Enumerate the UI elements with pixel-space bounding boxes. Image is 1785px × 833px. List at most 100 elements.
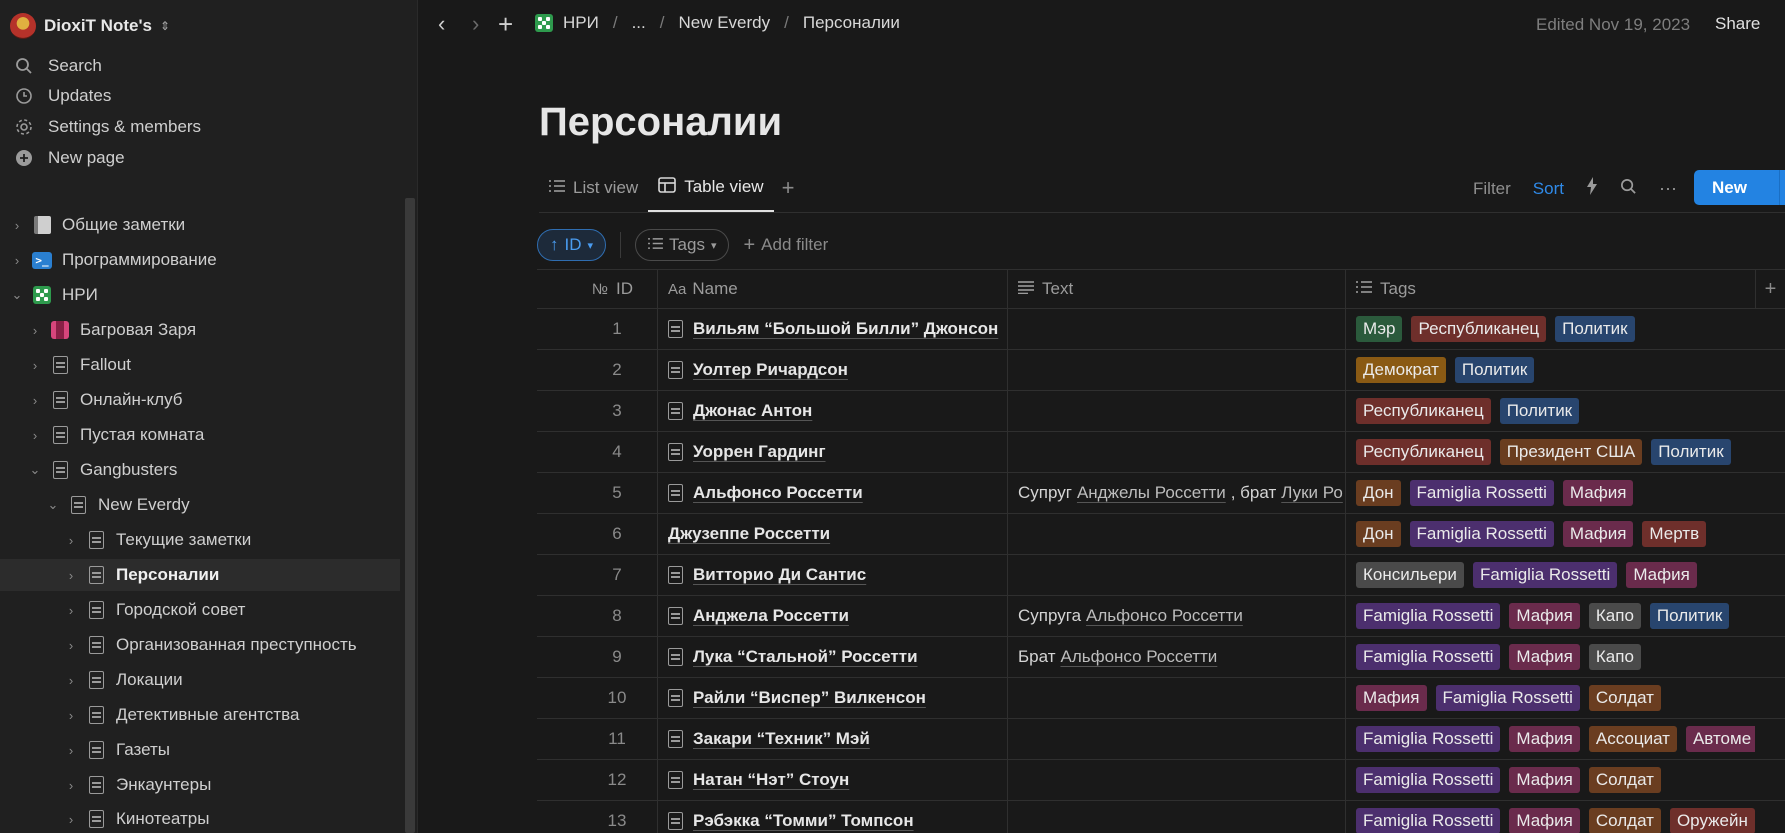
chevron-right-icon[interactable]: ›	[64, 812, 78, 827]
sidebar-item-locations[interactable]: › Локации	[64, 664, 405, 696]
cell-text[interactable]: Супруг Анджелы Россетти, брат Луки Ро	[1007, 473, 1345, 513]
chevron-down-icon[interactable]: ⌄	[46, 497, 60, 513]
chevron-right-icon[interactable]: ›	[28, 428, 42, 443]
cell-text[interactable]: Брат Альфонсо Россетти	[1007, 637, 1345, 677]
cell-text[interactable]	[1007, 760, 1345, 800]
chevron-right-icon[interactable]: ›	[64, 533, 78, 548]
share-button[interactable]: Share	[1715, 14, 1760, 34]
cell-text[interactable]	[1007, 391, 1345, 431]
cell-name[interactable]: Уоррен Гардинг	[657, 432, 1007, 472]
cell-text[interactable]	[1007, 309, 1345, 349]
cell-tags[interactable]: Дон Famiglia Rossetti Мафия Мертв	[1345, 514, 1755, 554]
sidebar-item-encounters[interactable]: › Энкаунтеры	[64, 769, 405, 801]
mention-link[interactable]: Альфонсо Россетти	[1086, 606, 1243, 626]
cell-name[interactable]: Закари “Техник” Мэй	[657, 719, 1007, 759]
cell-name[interactable]: Лука “Стальной” Россетти	[657, 637, 1007, 677]
cell-text[interactable]	[1007, 801, 1345, 833]
sidebar-item-fallout[interactable]: › Fallout	[28, 349, 405, 381]
cell-name[interactable]: Джузеппе Россетти	[657, 514, 1007, 554]
cell-name[interactable]: Вильям “Большой Билли” Джонсон	[657, 309, 1007, 349]
sidebar-item-crimson-dawn[interactable]: › Багровая Заря	[28, 314, 405, 346]
cell-text[interactable]	[1007, 678, 1345, 718]
row-title-link[interactable]: Закари “Техник” Мэй	[693, 729, 870, 749]
search-icon[interactable]	[1620, 178, 1637, 200]
cell-name[interactable]: Райли “Виспер” Вилкенсон	[657, 678, 1007, 718]
chevron-right-icon[interactable]: ›	[64, 568, 78, 583]
chevron-right-icon[interactable]: ›	[10, 253, 24, 268]
cell-tags[interactable]: Famiglia Rossetti Мафия Капо Политик	[1345, 596, 1755, 636]
chevron-right-icon[interactable]: ›	[64, 708, 78, 723]
table-row[interactable]: 9 Лука “Стальной” Россетти Брат Альфонсо Ро…	[537, 637, 1785, 678]
breadcrumb-item[interactable]: ...	[632, 13, 646, 33]
sidebar-item-personalii[interactable]: › Персоналии	[0, 559, 400, 591]
chevron-down-icon[interactable]: ⌄	[28, 462, 42, 478]
column-header-text[interactable]: Text	[1007, 270, 1345, 308]
plus-icon[interactable]: +	[498, 9, 513, 40]
new-button[interactable]: New ▾	[1694, 170, 1785, 205]
chevron-right-icon[interactable]: ›	[28, 393, 42, 408]
chevron-right-icon[interactable]: ›	[64, 603, 78, 618]
cell-tags[interactable]: Мэр Республиканец Политик	[1345, 309, 1755, 349]
tab-table-view[interactable]: Table view	[648, 176, 774, 212]
cell-tags[interactable]: Мафия Famiglia Rossetti Солдат	[1345, 678, 1755, 718]
table-row[interactable]: 13 Рэбэкка “Томми” Томпсон Famiglia Rosset…	[537, 801, 1785, 833]
cell-tags[interactable]: Республиканец Политик	[1345, 391, 1755, 431]
cell-name[interactable]: Натан “Нэт” Стоун	[657, 760, 1007, 800]
cell-text[interactable]	[1007, 350, 1345, 390]
chevron-right-icon[interactable]: ›	[28, 358, 42, 373]
row-title-link[interactable]: Райли “Виспер” Вилкенсон	[693, 688, 926, 708]
cell-tags[interactable]: Консильери Famiglia Rossetti Мафия	[1345, 555, 1755, 595]
table-row[interactable]: 2 Уолтер Ричардсон Демократ Политик	[537, 350, 1785, 391]
chevron-right-icon[interactable]: ›	[64, 743, 78, 758]
row-title-link[interactable]: Лука “Стальной” Россетти	[693, 647, 918, 667]
add-column-button[interactable]: +	[1755, 270, 1785, 308]
column-header-id[interactable]: № ID	[537, 270, 657, 308]
cell-name[interactable]: Джонас Антон	[657, 391, 1007, 431]
table-row[interactable]: 1 Вильям “Большой Билли” Джонсон Мэр Респуб…	[537, 309, 1785, 350]
sidebar-item-city-council[interactable]: › Городской совет	[64, 594, 405, 626]
cell-text[interactable]	[1007, 555, 1345, 595]
cell-text[interactable]	[1007, 432, 1345, 472]
cell-name[interactable]: Уолтер Ричардсон	[657, 350, 1007, 390]
sidebar-item-programming[interactable]: › >_ Программирование	[10, 244, 405, 276]
mention-link[interactable]: Луки Ро	[1281, 483, 1343, 503]
more-icon[interactable]: ···	[1659, 178, 1677, 199]
row-title-link[interactable]: Вильям “Большой Билли” Джонсон	[693, 319, 998, 339]
cell-name[interactable]: Анджела Россетти	[657, 596, 1007, 636]
chevron-right-icon[interactable]: ›	[10, 218, 24, 233]
sidebar-item-current-notes[interactable]: › Текущие заметки	[64, 524, 405, 556]
sidebar-item-organized-crime[interactable]: › Организованная преступность	[64, 629, 405, 661]
mention-link[interactable]: Альфонсо Россетти	[1060, 647, 1217, 667]
cell-tags[interactable]: Famiglia Rossetti Мафия Солдат Оружейн	[1345, 801, 1755, 833]
row-title-link[interactable]: Витторио Ди Сантис	[693, 565, 866, 585]
breadcrumb-item[interactable]: New Everdy	[678, 13, 770, 33]
row-title-link[interactable]: Джузеппе Россетти	[668, 524, 830, 544]
sidebar-scrollbar[interactable]	[405, 198, 415, 833]
workspace-switcher[interactable]: DioxiT Note's ⇕	[10, 12, 170, 40]
row-title-link[interactable]: Альфонсо Россетти	[693, 483, 863, 503]
row-title-link[interactable]: Джонас Антон	[693, 401, 812, 421]
tab-list-view[interactable]: List view	[539, 178, 648, 210]
cell-tags[interactable]: Famiglia Rossetti Мафия Капо	[1345, 637, 1755, 677]
column-header-name[interactable]: Aa Name	[657, 270, 1007, 308]
table-row[interactable]: 7 Витторио Ди Сантис Консильери Famiglia Ro…	[537, 555, 1785, 596]
tags-filter-chip[interactable]: Tags ▾	[635, 229, 730, 261]
back-icon[interactable]: ‹	[438, 11, 445, 37]
cell-text[interactable]	[1007, 719, 1345, 759]
breadcrumb-item[interactable]: НРИ	[563, 13, 599, 33]
cell-tags[interactable]: Famiglia Rossetti Мафия Ассоциат Автоме	[1345, 719, 1755, 759]
cell-name[interactable]: Рэбэкка “Томми” Томпсон	[657, 801, 1007, 833]
sidebar-item-new-everdy[interactable]: ⌄ New Everdy	[46, 489, 405, 521]
breadcrumb-item[interactable]: Персоналии	[803, 13, 900, 33]
sidebar-search[interactable]: Search	[14, 50, 102, 82]
cell-tags[interactable]: Демократ Политик	[1345, 350, 1755, 390]
sort-button[interactable]: Sort	[1533, 179, 1564, 199]
table-row[interactable]: 5 Альфонсо Россетти Супруг Анджелы Россетти…	[537, 473, 1785, 514]
row-title-link[interactable]: Рэбэкка “Томми” Томпсон	[693, 811, 914, 831]
lightning-icon[interactable]	[1586, 177, 1598, 200]
row-title-link[interactable]: Анджела Россетти	[693, 606, 849, 626]
chevron-right-icon[interactable]: ›	[28, 323, 42, 338]
column-header-tags[interactable]: Tags	[1345, 270, 1755, 308]
sidebar-updates[interactable]: Updates	[14, 80, 111, 112]
mention-link[interactable]: Анджелы Россетти	[1077, 483, 1226, 503]
